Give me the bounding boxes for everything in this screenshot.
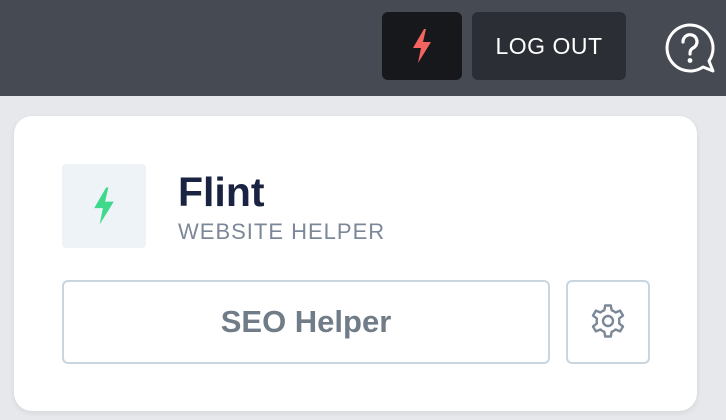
gear-icon [591, 304, 625, 338]
help-button[interactable] [662, 20, 718, 76]
logout-button[interactable]: LOG OUT [472, 12, 626, 80]
app-card: Flint WEBSITE HELPER SEO Helper [14, 116, 697, 411]
lightning-bolt-icon [413, 29, 431, 63]
question-bubble-icon [665, 23, 715, 73]
top-bar: LOG OUT [0, 0, 726, 96]
app-name: Flint [178, 169, 265, 215]
settings-button[interactable] [566, 280, 650, 364]
app-subtitle: WEBSITE HELPER [178, 219, 386, 244]
lightning-bolt-icon [94, 187, 114, 225]
flash-button[interactable] [382, 12, 462, 80]
app-logo [62, 164, 146, 248]
seo-helper-button[interactable]: SEO Helper [62, 280, 550, 364]
